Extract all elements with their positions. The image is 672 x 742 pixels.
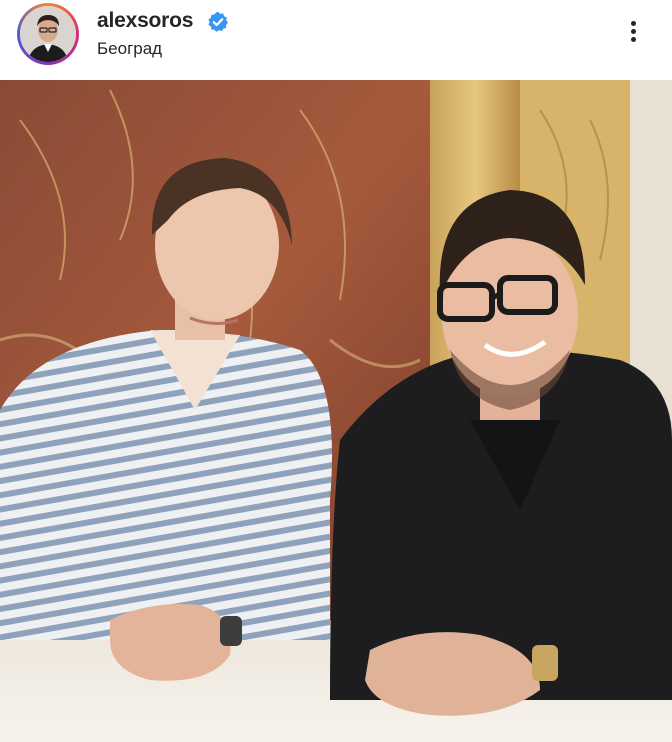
post-photo[interactable] xyxy=(0,80,672,742)
location-link[interactable]: Београд xyxy=(97,39,162,59)
verified-badge-icon xyxy=(208,11,229,32)
avatar-image xyxy=(20,6,76,62)
username-link[interactable]: alexsoros xyxy=(97,9,193,33)
more-options-icon[interactable] xyxy=(620,18,646,52)
post-header: alexsoros Београд xyxy=(0,0,672,80)
photo-illustration xyxy=(0,80,672,742)
profile-avatar[interactable] xyxy=(17,3,79,65)
